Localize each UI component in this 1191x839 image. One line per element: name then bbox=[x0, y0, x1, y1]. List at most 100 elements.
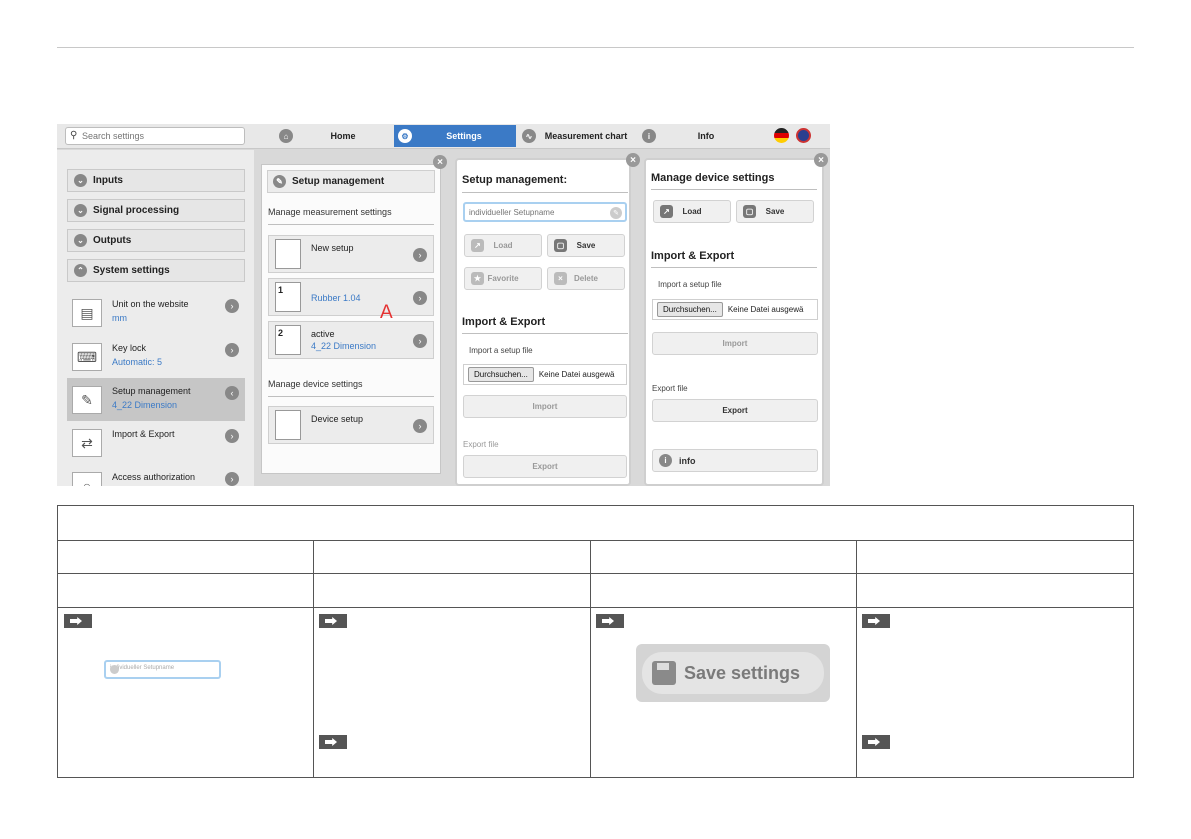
tab-info[interactable]: i Info bbox=[638, 125, 756, 147]
load-button-label: Load bbox=[493, 241, 513, 250]
load-icon: ↗ bbox=[471, 239, 484, 252]
import-button-label: Import bbox=[532, 402, 558, 411]
setup-item-2[interactable]: 2 active 4_22 Dimension › bbox=[268, 321, 434, 359]
setup-item-1[interactable]: 1 Rubber 1.04 › bbox=[268, 278, 434, 316]
setup-item-new[interactable]: New setup › bbox=[268, 235, 434, 273]
device-icon bbox=[275, 410, 301, 440]
divider bbox=[268, 224, 434, 225]
tab-home[interactable]: ⌂ Home bbox=[275, 125, 393, 147]
section-outputs[interactable]: ⌄ Outputs bbox=[67, 229, 245, 252]
page-top-rule bbox=[57, 47, 1134, 48]
sidebar-item-import-export[interactable]: ⇄ Import & Export › bbox=[67, 421, 245, 464]
chevron-up-icon: ⌃ bbox=[74, 264, 87, 277]
uk-flag-icon[interactable] bbox=[796, 128, 811, 143]
setup-name-placeholder: individueller Setupname bbox=[110, 665, 175, 671]
sidebar-item-value: Automatic: 5 bbox=[112, 357, 163, 367]
sidebar-item-value: mm bbox=[112, 313, 127, 323]
browse-button[interactable]: Durchsuchen... bbox=[468, 367, 534, 382]
device-save-button[interactable]: ▢ Save bbox=[736, 200, 814, 223]
setup-item-label: New setup bbox=[311, 243, 354, 253]
chevron-right-icon: › bbox=[225, 299, 239, 313]
setup-name-field[interactable]: ✎ bbox=[463, 202, 627, 222]
search-icon: ⚲ bbox=[70, 130, 78, 141]
tab-measurement-chart-label: Measurement chart bbox=[544, 131, 628, 141]
import-button[interactable]: Import bbox=[463, 395, 627, 418]
section-signal-processing[interactable]: ⌄ Signal processing bbox=[67, 199, 245, 222]
setup-name-input[interactable] bbox=[465, 204, 625, 220]
device-load-label: Load bbox=[682, 207, 702, 216]
info-button[interactable]: i info bbox=[652, 449, 818, 472]
document-icon: 2 bbox=[275, 325, 301, 355]
setup-management-dialog: Setup management: ✎ ↗ Load ▢ Save ★Favorit… bbox=[455, 158, 631, 486]
favorite-button[interactable]: ★ Favorite bbox=[464, 267, 542, 290]
close-icon[interactable]: × bbox=[814, 153, 828, 167]
sidebar-item-access-authorization[interactable]: ○ Access authorization › bbox=[67, 464, 245, 486]
search-input[interactable] bbox=[82, 130, 240, 142]
tab-settings[interactable]: ⚙ Settings bbox=[394, 125, 516, 147]
divider bbox=[651, 267, 817, 268]
chevron-left-icon: ‹ bbox=[225, 386, 239, 400]
chevron-right-icon: › bbox=[413, 419, 427, 433]
load-button[interactable]: ↗ Load bbox=[464, 234, 542, 257]
divider bbox=[462, 333, 628, 334]
divider bbox=[651, 189, 817, 190]
section-system-settings[interactable]: ⌃ System settings bbox=[67, 259, 245, 282]
chevron-down-icon: ⌄ bbox=[74, 234, 87, 247]
home-icon: ⌂ bbox=[279, 129, 293, 143]
close-icon[interactable]: × bbox=[626, 153, 640, 167]
export-file-label: Export file bbox=[463, 440, 499, 449]
setup-name-field-thumbnail: individueller Setupname bbox=[104, 660, 221, 679]
setup-item-value: Rubber 1.04 bbox=[311, 293, 361, 303]
chevron-down-icon: ⌄ bbox=[74, 204, 87, 217]
sidebar-item-setup-management[interactable]: ✎ Setup management 4_22 Dimension ‹ bbox=[67, 378, 245, 421]
lock-icon: ○ bbox=[72, 472, 102, 486]
device-setup-item[interactable]: Device setup › bbox=[268, 406, 434, 444]
favorite-button-label: Favorite bbox=[487, 274, 519, 283]
section-inputs[interactable]: ⌄ Inputs bbox=[67, 169, 245, 192]
setup-item-value: 4_22 Dimension bbox=[311, 341, 377, 351]
manage-device-settings-dialog: Manage device settings ↗ Load ▢ Save Impor… bbox=[644, 158, 824, 486]
search-box[interactable]: ⚲ bbox=[65, 127, 245, 145]
floppy-disk-icon bbox=[652, 661, 676, 685]
arrow-right-icon bbox=[862, 735, 890, 749]
table-rule bbox=[313, 540, 314, 777]
file-chooser[interactable]: Durchsuchen... Keine Datei ausgewä bbox=[463, 364, 627, 385]
sidebar-item-key-lock[interactable]: ⌨ Key lock Automatic: 5 › bbox=[67, 335, 245, 378]
info-icon: i bbox=[642, 129, 656, 143]
sidebar-item-value: 4_22 Dimension bbox=[112, 400, 178, 410]
save-button-label: Save bbox=[576, 241, 596, 250]
measurement-settings-heading: Manage measurement settings bbox=[268, 207, 392, 217]
tab-info-label: Info bbox=[697, 131, 715, 141]
chevron-right-icon: › bbox=[225, 472, 239, 486]
callout-marker-a: A bbox=[380, 302, 393, 323]
device-import-button[interactable]: Import bbox=[652, 332, 818, 355]
setup-management-header: ✎ Setup management bbox=[267, 170, 435, 193]
edit-document-icon: ✎ bbox=[72, 386, 102, 414]
tab-home-label: Home bbox=[330, 131, 356, 141]
close-icon[interactable]: × bbox=[433, 155, 447, 169]
german-flag-icon[interactable] bbox=[774, 128, 789, 143]
sidebar-item-unit[interactable]: ▤ Unit on the website mm › bbox=[67, 291, 245, 334]
section-system-settings-label: System settings bbox=[93, 265, 170, 276]
sidebar-item-label: Setup management bbox=[112, 386, 191, 396]
file-chooser[interactable]: Durchsuchen... Keine Datei ausgewä bbox=[652, 299, 818, 320]
delete-button-label: Delete bbox=[573, 274, 598, 283]
delete-button[interactable]: × Delete bbox=[547, 267, 625, 290]
import-export-heading: Import & Export bbox=[462, 316, 546, 328]
pencil-icon: ✎ bbox=[273, 175, 286, 188]
sidebar-item-label: Unit on the website bbox=[112, 299, 189, 309]
unit-ruler-icon: ▤ bbox=[72, 299, 102, 327]
device-export-button[interactable]: Export bbox=[652, 399, 818, 422]
sidebar-item-label: Import & Export bbox=[112, 429, 175, 439]
arrow-right-icon bbox=[862, 614, 890, 628]
browse-button[interactable]: Durchsuchen... bbox=[657, 302, 723, 317]
document-icon: 1 bbox=[275, 282, 301, 312]
device-load-button[interactable]: ↗ Load bbox=[653, 200, 731, 223]
tab-measurement-chart[interactable]: ∿ Measurement chart bbox=[518, 125, 636, 147]
device-setup-label: Device setup bbox=[311, 414, 364, 424]
export-button[interactable]: Export bbox=[463, 455, 627, 478]
pencil-icon bbox=[110, 665, 119, 674]
save-button[interactable]: ▢ Save bbox=[547, 234, 625, 257]
export-button-label: Export bbox=[532, 462, 558, 471]
chevron-right-icon: › bbox=[413, 248, 427, 262]
